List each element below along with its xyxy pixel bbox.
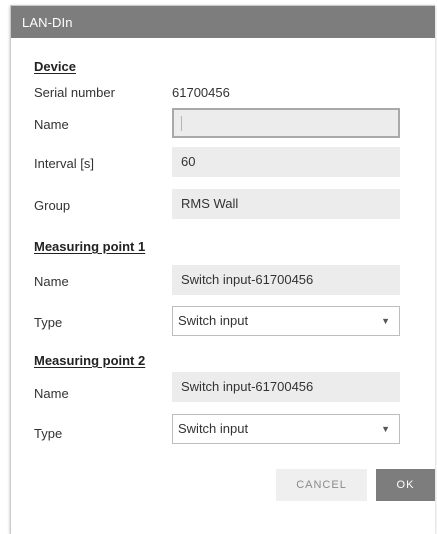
device-section-title: Device <box>34 59 76 74</box>
mp2-name-value: Switch input-61700456 <box>181 379 314 394</box>
lan-din-dialog: LAN-DIn Device Serial number 61700456 Na… <box>10 5 435 534</box>
dialog-titlebar: LAN-DIn <box>11 6 435 38</box>
text-caret <box>181 116 182 131</box>
mp1-name-value: Switch input-61700456 <box>181 272 314 287</box>
mp2-type-label: Type <box>34 426 63 441</box>
mp1-name-input[interactable]: Switch input-61700456 <box>172 265 400 295</box>
group-value: RMS Wall <box>181 196 239 211</box>
mp1-type-value: Switch input <box>178 313 249 328</box>
group-input[interactable]: RMS Wall <box>172 189 400 219</box>
interval-label: Interval [s] <box>34 156 94 171</box>
mp1-type-select[interactable]: Switch input ▼ <box>172 306 400 336</box>
serial-number-label: Serial number <box>34 85 115 100</box>
interval-input[interactable]: 60 <box>172 147 400 177</box>
measuring-point-1-title: Measuring point 1 <box>34 239 146 254</box>
dropdown-arrow-icon: ▼ <box>381 316 390 326</box>
mp1-type-label: Type <box>34 315 63 330</box>
mp2-type-select[interactable]: Switch input ▼ <box>172 414 400 444</box>
cancel-button[interactable]: CANCEL <box>276 469 367 501</box>
group-label: Group <box>34 198 71 213</box>
mp1-name-label: Name <box>34 274 69 289</box>
interval-value: 60 <box>181 154 196 169</box>
ok-button[interactable]: OK <box>376 469 435 501</box>
dialog-title: LAN-DIn <box>22 15 73 30</box>
device-name-label: Name <box>34 117 69 132</box>
device-name-input[interactable] <box>172 108 400 138</box>
mp2-name-label: Name <box>34 386 69 401</box>
serial-number-value: 61700456 <box>172 85 230 100</box>
measuring-point-2-title: Measuring point 2 <box>34 353 146 368</box>
dropdown-arrow-icon: ▼ <box>381 424 390 434</box>
mp2-type-value: Switch input <box>178 421 249 436</box>
mp2-name-input[interactable]: Switch input-61700456 <box>172 372 400 402</box>
